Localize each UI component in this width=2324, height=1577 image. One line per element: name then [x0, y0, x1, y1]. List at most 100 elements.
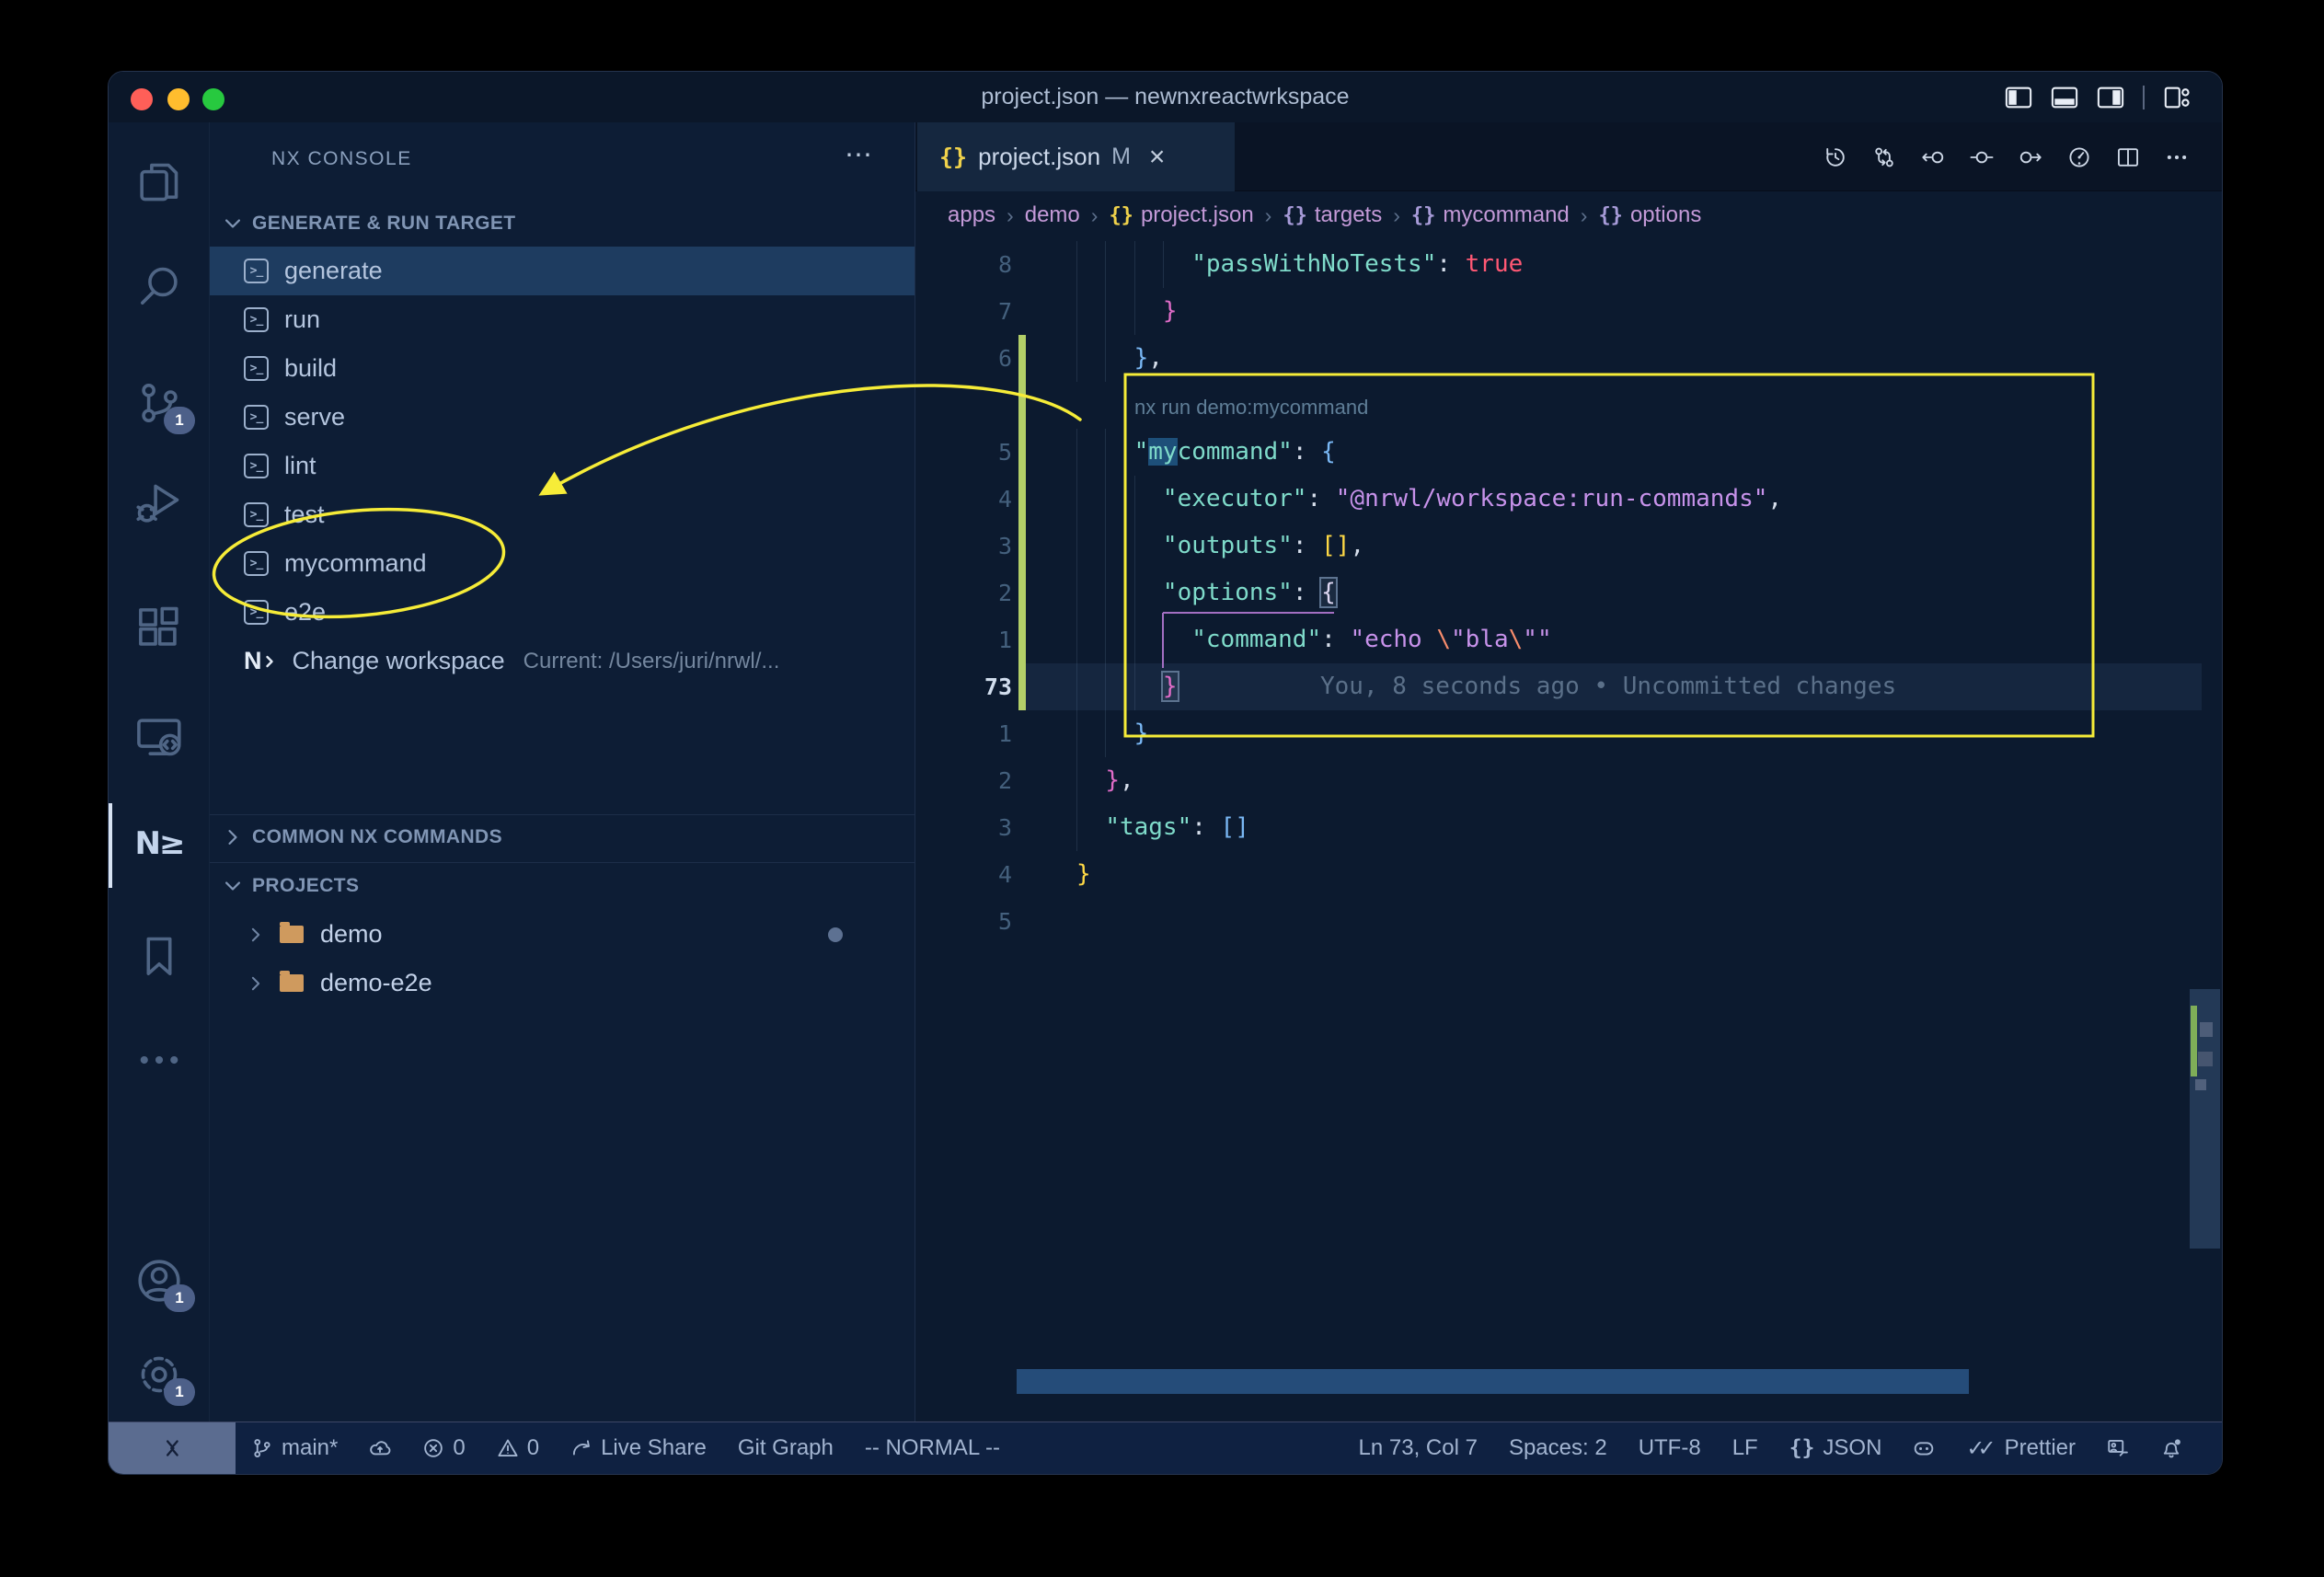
status-eol[interactable]: LF [1717, 1422, 1774, 1474]
chevron-right-icon [223, 827, 243, 847]
code-line[interactable]: 73 }You, 8 seconds ago • Uncommitted cha… [915, 663, 2215, 710]
breadcrumb-item-targets[interactable]: {}targets [1283, 202, 1382, 228]
current-change-icon[interactable] [1970, 145, 1994, 169]
breadcrumb-item-mycommand[interactable]: {}mycommand [1411, 202, 1570, 228]
code-line[interactable]: 8 "passWithNoTests": true [915, 241, 2215, 288]
next-change-icon[interactable] [2019, 145, 2042, 169]
change-workspace-item[interactable]: NChange workspaceCurrent: /Users/juri/nr… [210, 637, 915, 685]
activity-extensions-icon[interactable] [109, 584, 210, 673]
code-line[interactable]: 3 "tags": [] [915, 804, 2215, 851]
tab-close-icon[interactable]: × [1149, 142, 1166, 173]
layout-sidebar-right-icon[interactable] [2097, 84, 2124, 111]
code-area[interactable]: 8 "passWithNoTests": true7 }6 },nx run d… [915, 239, 2222, 1422]
status-encoding[interactable]: UTF-8 [1623, 1422, 1717, 1474]
status-formatter-prettier[interactable]: ✓✓Prettier [1950, 1422, 2091, 1474]
code-line[interactable]: 6 }, [915, 335, 2215, 382]
token-pl [1076, 719, 1134, 747]
token-pl [1076, 813, 1105, 841]
previous-change-icon[interactable] [1921, 145, 1945, 169]
horizontal-scrollbar[interactable] [1017, 1369, 1969, 1394]
status-live-share[interactable]: Live Share [555, 1422, 722, 1474]
section-projects[interactable]: PROJECTS [210, 866, 915, 906]
section-common-nx-commands[interactable]: COMMON NX COMMANDS [210, 817, 915, 858]
breadcrumb-item-options[interactable]: {}options [1598, 202, 1701, 228]
layout-panel-icon[interactable] [2051, 84, 2078, 111]
breadcrumb-separator: › [1091, 203, 1099, 228]
code-line[interactable]: 7 } [915, 288, 2215, 335]
breadcrumb-item-apps[interactable]: apps [948, 202, 995, 228]
activity-settings-icon[interactable]: 1 [109, 1330, 210, 1419]
target-item-e2e[interactable]: >_e2e [210, 588, 915, 637]
project-item-demo[interactable]: demo [210, 910, 915, 959]
status-git-branch[interactable]: main* [236, 1422, 353, 1474]
line-number: 73 [915, 663, 1012, 710]
project-item-demo-e2e[interactable]: demo-e2e [210, 959, 915, 1007]
sidebar-nx-console: NX CONSOLE ⋯ GENERATE & RUN TARGET>_gene… [210, 122, 915, 1422]
target-item-run[interactable]: >_run [210, 295, 915, 344]
target-item-serve[interactable]: >_serve [210, 393, 915, 442]
code-line[interactable]: 1 "command": "echo \"bla\"" [915, 616, 2215, 663]
breadcrumb-item-project-json[interactable]: {}project.json [1109, 202, 1253, 228]
status-notifications[interactable] [2145, 1422, 2198, 1474]
token-pl [1076, 532, 1163, 559]
activity-accounts-icon[interactable]: 1 [109, 1237, 210, 1325]
section-generate-run-target[interactable]: GENERATE & RUN TARGET [210, 203, 915, 244]
codelens-row[interactable]: nx run demo:mycommand [915, 382, 2215, 429]
code-line[interactable]: 4} [915, 851, 2215, 898]
activity-explorer-icon[interactable] [109, 138, 210, 226]
status-feedback[interactable] [2091, 1422, 2145, 1474]
breadcrumb-item-demo[interactable]: demo [1025, 202, 1080, 228]
status-git-graph[interactable]: Git Graph [722, 1422, 849, 1474]
tab-project-json[interactable]: {} project.json M × [917, 122, 1235, 191]
vertical-scrollbar[interactable] [2190, 989, 2220, 1249]
code-line[interactable]: 3 "outputs": [], [915, 523, 2215, 570]
chevron-right-icon[interactable] [247, 926, 265, 944]
cloud-icon [369, 1437, 391, 1459]
history-icon[interactable] [1824, 145, 1847, 169]
activity-nx-console-icon[interactable]: N≥ [109, 800, 210, 888]
target-item-test[interactable]: >_test [210, 490, 915, 539]
terminal-icon: >_ [244, 259, 269, 283]
activity-bookmarks-icon[interactable] [109, 913, 210, 1001]
customize-layout-icon[interactable] [2163, 84, 2191, 111]
layout-sidebar-left-icon[interactable] [2005, 84, 2032, 111]
activity-more-views-icon[interactable] [109, 1016, 210, 1104]
compare-changes-icon[interactable] [1872, 145, 1896, 169]
activity-run-debug-icon[interactable] [109, 458, 210, 547]
split-editor-icon[interactable] [2116, 145, 2140, 169]
token-key: " [1134, 438, 1149, 466]
line-number: 2 [915, 570, 1012, 616]
target-item-generate[interactable]: >_generate [210, 247, 915, 295]
code-line[interactable]: 5 [915, 898, 2215, 945]
overview-mark [2195, 1079, 2206, 1090]
activity-remote-explorer-icon[interactable] [109, 692, 210, 780]
target-item-mycommand[interactable]: >_mycommand [210, 539, 915, 588]
status-copilot[interactable] [1897, 1422, 1950, 1474]
activity-source-control-icon[interactable]: 1 [109, 359, 210, 447]
status-cursor-position[interactable]: Ln 73, Col 7 [1343, 1422, 1493, 1474]
breadcrumb-separator: › [1581, 203, 1588, 228]
codelens-run-command[interactable]: nx run demo:mycommand [1134, 382, 1368, 429]
status-vim-mode[interactable]: -- NORMAL -- [849, 1422, 1016, 1474]
activity-search-icon[interactable] [109, 242, 210, 330]
status-remote-indicator[interactable] [109, 1422, 236, 1474]
code-line[interactable]: 4 "executor": "@nrwl/workspace:run-comma… [915, 476, 2215, 523]
code-line[interactable]: 5 "mycommand": { [915, 429, 2215, 476]
sidebar-more-actions-icon[interactable]: ⋯ [845, 139, 874, 171]
status-language-mode[interactable]: {}JSON [1774, 1422, 1898, 1474]
chevron-right-icon[interactable] [247, 974, 265, 993]
breadcrumb-label: options [1630, 202, 1701, 228]
code-line[interactable]: 2 }, [915, 757, 2215, 804]
status-errors[interactable]: 0 [407, 1422, 480, 1474]
status-indentation[interactable]: Spaces: 2 [1493, 1422, 1623, 1474]
open-changes-icon[interactable] [2067, 145, 2091, 169]
code-line[interactable]: 1 } [915, 710, 2215, 757]
code-line[interactable]: 2 "options": { [915, 570, 2215, 616]
target-item-lint[interactable]: >_lint [210, 442, 915, 490]
target-item-build[interactable]: >_build [210, 344, 915, 393]
status-publish[interactable] [353, 1422, 407, 1474]
json-object-icon: {} [1411, 204, 1436, 227]
line-number: 6 [915, 335, 1012, 382]
status-warnings[interactable]: 0 [481, 1422, 555, 1474]
more-actions-icon[interactable] [2165, 145, 2189, 169]
